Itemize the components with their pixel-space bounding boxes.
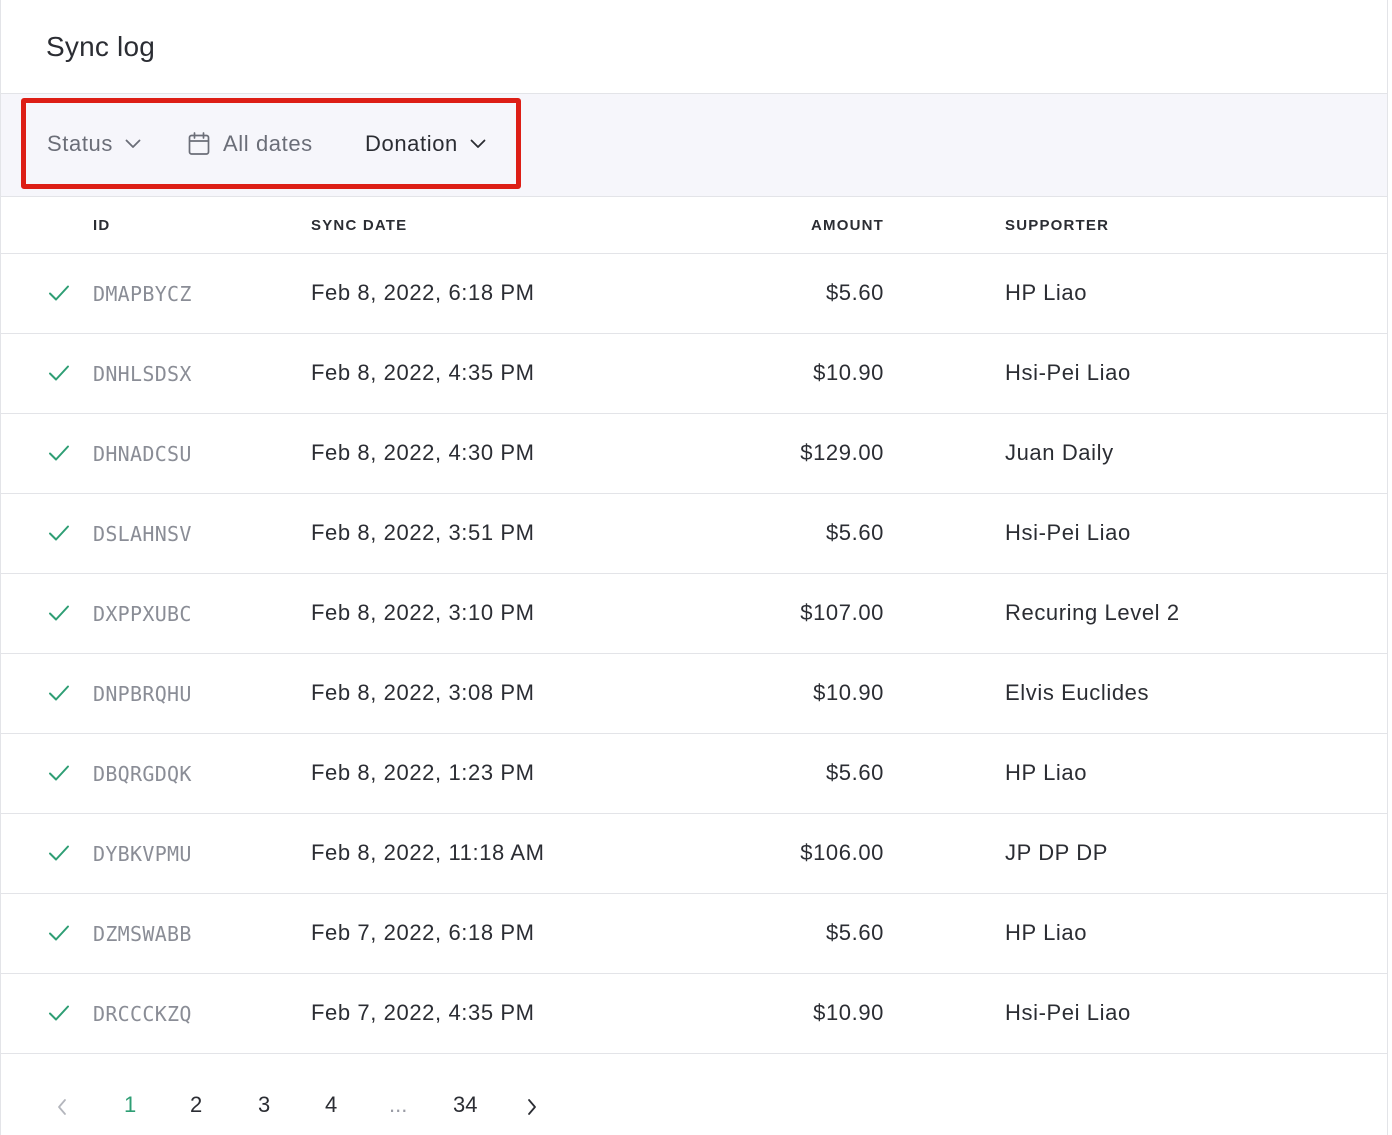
filter-bar: Status All dates Donation [1, 94, 1387, 197]
row-supporter[interactable]: Hsi-Pei Liao [1005, 360, 1131, 386]
row-id[interactable]: DRCCCKZQ [93, 1002, 192, 1026]
row-id[interactable]: DHNADCSU [93, 442, 192, 466]
row-id[interactable]: DZMSWABB [93, 922, 192, 946]
calendar-icon [188, 131, 210, 156]
row-amount: $10.90 [813, 360, 884, 385]
check-icon [48, 842, 70, 868]
pagination: 1 2 3 4 ... 34 [1, 1072, 1387, 1135]
check-icon [48, 762, 70, 788]
row-amount: $5.60 [825, 280, 884, 305]
check-icon [48, 442, 70, 468]
check-icon [48, 362, 70, 388]
page-3-button[interactable]: 3 [258, 1092, 270, 1118]
table-row[interactable]: DBQRGDQK Feb 8, 2022, 1:23 PM $5.60 HP Liao [1, 734, 1387, 814]
table-row[interactable]: DYBKVPMU Feb 8, 2022, 11:18 AM $106.00 JP D… [1, 814, 1387, 894]
column-header-amount[interactable]: AMOUNT [811, 217, 884, 234]
type-filter-dropdown[interactable]: Donation [365, 131, 486, 157]
table-row[interactable]: DSLAHNSV Feb 8, 2022, 3:51 PM $5.60 Hsi-Pei… [1, 494, 1387, 574]
row-supporter[interactable]: Juan Daily [1005, 440, 1114, 466]
check-icon [48, 1002, 70, 1028]
row-supporter[interactable]: Elvis Euclides [1005, 680, 1149, 706]
chevron-down-icon [470, 139, 486, 149]
row-amount: $5.60 [825, 760, 884, 785]
row-amount: $5.60 [825, 920, 884, 945]
row-sync-date: Feb 8, 2022, 1:23 PM [311, 760, 535, 785]
row-amount: $10.90 [813, 680, 884, 705]
page-ellipsis: ... [389, 1092, 408, 1117]
table-row[interactable]: DHNADCSU Feb 8, 2022, 4:30 PM $129.00 Juan … [1, 414, 1387, 494]
check-icon [48, 682, 70, 708]
row-supporter[interactable]: Hsi-Pei Liao [1005, 520, 1131, 546]
row-id[interactable]: DYBKVPMU [93, 842, 192, 866]
date-filter-button[interactable]: All dates [188, 131, 313, 157]
check-icon [48, 922, 70, 948]
date-filter-label: All dates [223, 130, 313, 156]
type-filter-label: Donation [365, 130, 458, 156]
row-amount: $107.00 [800, 600, 884, 625]
row-amount: $106.00 [800, 840, 884, 865]
status-filter-dropdown[interactable]: Status [47, 131, 141, 157]
row-sync-date: Feb 7, 2022, 4:35 PM [311, 1000, 535, 1025]
table-row[interactable]: DNHLSDSX Feb 8, 2022, 4:35 PM $10.90 Hsi-Pe… [1, 334, 1387, 414]
chevron-left-icon[interactable] [56, 1096, 68, 1122]
page-title: Sync log [46, 30, 155, 62]
row-supporter[interactable]: Recuring Level 2 [1005, 600, 1180, 626]
sync-log-panel: Sync log Status All dates Donation ID SY… [0, 0, 1388, 1135]
column-header-supporter[interactable]: SUPPORTER [1005, 217, 1109, 234]
chevron-right-icon[interactable] [526, 1096, 538, 1122]
table-row[interactable]: DRCCCKZQ Feb 7, 2022, 4:35 PM $10.90 Hsi-Pe… [1, 974, 1387, 1054]
table-row[interactable]: DZMSWABB Feb 7, 2022, 6:18 PM $5.60 HP Liao [1, 894, 1387, 974]
row-supporter[interactable]: HP Liao [1005, 760, 1087, 786]
filter-highlight-box: Status All dates Donation [21, 98, 521, 189]
row-supporter[interactable]: JP DP DP [1005, 840, 1108, 866]
row-id[interactable]: DNHLSDSX [93, 362, 192, 386]
row-amount: $10.90 [813, 1000, 884, 1025]
table-row[interactable]: DNPBRQHU Feb 8, 2022, 3:08 PM $10.90 Elvis … [1, 654, 1387, 734]
check-icon [48, 522, 70, 548]
row-id[interactable]: DXPPXUBC [93, 602, 192, 626]
row-sync-date: Feb 7, 2022, 6:18 PM [311, 920, 535, 945]
status-filter-label: Status [47, 130, 113, 156]
column-header-sync-date[interactable]: SYNC DATE [311, 217, 407, 234]
column-header-id[interactable]: ID [93, 217, 110, 234]
header: Sync log [1, 0, 1387, 94]
row-sync-date: Feb 8, 2022, 6:18 PM [311, 280, 535, 305]
page-1-button[interactable]: 1 [124, 1092, 136, 1118]
page-4-button[interactable]: 4 [325, 1092, 337, 1118]
check-icon [48, 282, 70, 308]
table-body: DMAPBYCZ Feb 8, 2022, 6:18 PM $5.60 HP Liao… [1, 254, 1387, 1054]
table-row[interactable]: DMAPBYCZ Feb 8, 2022, 6:18 PM $5.60 HP Liao [1, 254, 1387, 334]
page-2-button[interactable]: 2 [190, 1092, 202, 1118]
row-amount: $129.00 [800, 440, 884, 465]
page-34-button[interactable]: 34 [453, 1092, 477, 1118]
row-id[interactable]: DSLAHNSV [93, 522, 192, 546]
row-sync-date: Feb 8, 2022, 11:18 AM [311, 840, 545, 865]
chevron-down-icon [125, 139, 141, 149]
row-sync-date: Feb 8, 2022, 3:08 PM [311, 680, 535, 705]
table-row[interactable]: DXPPXUBC Feb 8, 2022, 3:10 PM $107.00 Recur… [1, 574, 1387, 654]
row-sync-date: Feb 8, 2022, 3:10 PM [311, 600, 535, 625]
table-header: ID SYNC DATE AMOUNT SUPPORTER [1, 197, 1387, 254]
check-icon [48, 602, 70, 628]
row-sync-date: Feb 8, 2022, 4:35 PM [311, 360, 535, 385]
row-sync-date: Feb 8, 2022, 4:30 PM [311, 440, 535, 465]
row-id[interactable]: DNPBRQHU [93, 682, 192, 706]
row-amount: $5.60 [825, 520, 884, 545]
row-sync-date: Feb 8, 2022, 3:51 PM [311, 520, 535, 545]
row-supporter[interactable]: Hsi-Pei Liao [1005, 1000, 1131, 1026]
row-supporter[interactable]: HP Liao [1005, 920, 1087, 946]
row-id[interactable]: DMAPBYCZ [93, 282, 192, 306]
row-supporter[interactable]: HP Liao [1005, 280, 1087, 306]
row-id[interactable]: DBQRGDQK [93, 762, 192, 786]
